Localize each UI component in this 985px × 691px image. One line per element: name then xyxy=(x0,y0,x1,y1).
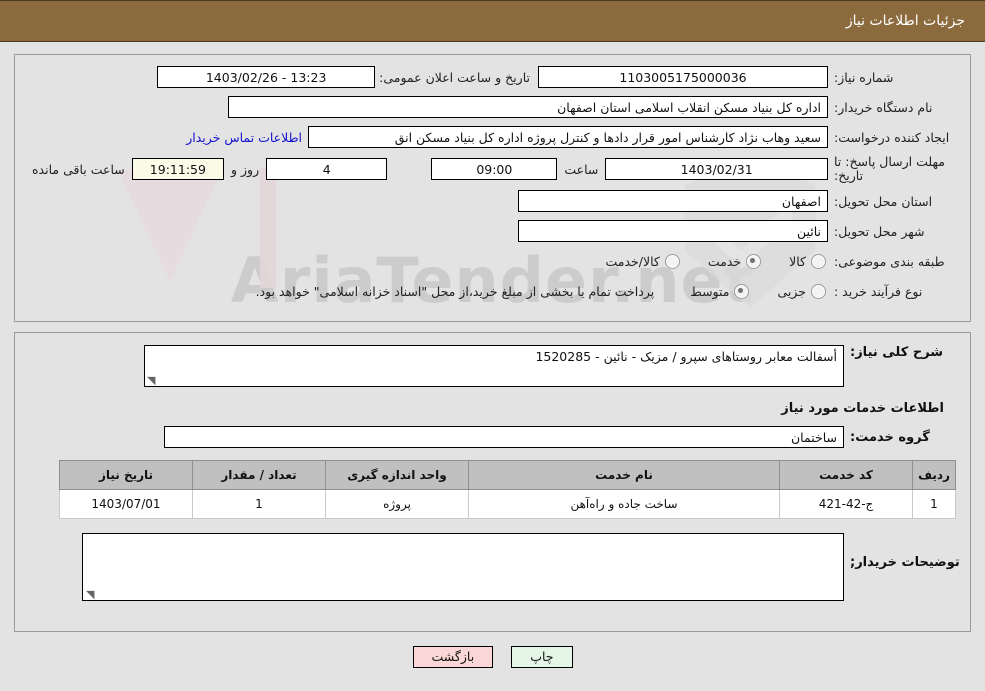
th-service-name: نام خدمت xyxy=(468,460,780,490)
buyer-notes-textarea[interactable]: ◥ xyxy=(82,533,844,601)
creator-field[interactable]: سعید وهاب نژاد کارشناس امور قرار دادها و… xyxy=(308,126,828,148)
cell-service-code: ج-42-421 xyxy=(779,489,913,519)
row-creator: ایجاد کننده درخواست: سعید وهاب نژاد کارش… xyxy=(25,125,960,149)
general-desc-value: أسفالت معابر روستاهای سپرو / مزیک - نائی… xyxy=(535,349,837,364)
category-option-kala-khedmat[interactable]: کالا/خدمت xyxy=(579,253,681,269)
process-label: نوع فرآیند خرید : xyxy=(834,283,923,299)
need-detail-panel: شرح کلی نیاز: أسفالت معابر روستاهای سپرو… xyxy=(14,332,971,632)
services-section-title: اطلاعات خدمات مورد نیاز xyxy=(781,401,944,416)
services-table: ردیف کد خدمت نام خدمت واحد اندازه گیری ت… xyxy=(59,460,956,519)
days-word-label: روز و xyxy=(230,161,260,177)
radio-icon[interactable] xyxy=(811,283,826,299)
city-label: شهر محل تحویل: xyxy=(834,223,925,239)
buyer-org-label: نام دستگاه خریدار: xyxy=(834,99,933,115)
remaining-days-field[interactable]: 4 xyxy=(266,158,388,180)
need-number-field[interactable]: 1103005175000036 xyxy=(538,66,828,88)
radio-icon[interactable] xyxy=(746,253,762,269)
row-buyer-org: نام دستگاه خریدار: اداره کل بنیاد مسکن ا… xyxy=(25,95,960,119)
row-city: شهر محل تحویل: نائین xyxy=(25,219,960,243)
buyer-notes-label: توضیحات خریدار; xyxy=(850,555,960,570)
table-row: 1 ج-42-421 ساخت جاده و راه‌آهن پروژه 1 1… xyxy=(59,489,956,519)
resize-grip-icon[interactable]: ◥ xyxy=(86,589,94,600)
radio-icon[interactable] xyxy=(734,283,750,299)
buyer-contact-link[interactable]: اطلاعات تماس خریدار xyxy=(180,130,308,145)
row-service-group: گروه خدمت: ساختمان xyxy=(25,426,960,448)
row-general-description: شرح کلی نیاز: أسفالت معابر روستاهای سپرو… xyxy=(25,345,960,387)
cell-unit: پروژه xyxy=(325,489,469,519)
general-desc-label: شرح کلی نیاز: xyxy=(850,345,944,360)
deadline-label-line2: تاریخ: xyxy=(834,168,864,183)
row-deadline: مهلت ارسال پاسخ: تا تاریخ: 1403/02/31 سا… xyxy=(25,155,960,183)
cell-service-name: ساخت جاده و راه‌آهن xyxy=(468,489,780,519)
row-need-number: شماره نیاز: 1103005175000036 تاریخ و ساع… xyxy=(25,65,960,89)
category-option-label: کالا/خدمت xyxy=(605,253,660,269)
buyer-org-field[interactable]: اداره کل بنیاد مسکن انقلاب اسلامی استان … xyxy=(228,96,828,118)
creator-label: ایجاد کننده درخواست: xyxy=(834,129,950,145)
hour-word-label: ساعت xyxy=(564,161,599,177)
general-desc-textarea[interactable]: أسفالت معابر روستاهای سپرو / مزیک - نائی… xyxy=(144,345,844,387)
need-number-label: شماره نیاز: xyxy=(834,69,894,85)
th-unit: واحد اندازه گیری xyxy=(325,460,469,490)
province-label: استان محل تحویل: xyxy=(834,193,933,209)
deadline-label: مهلت ارسال پاسخ: تا تاریخ: xyxy=(828,155,960,183)
process-option-jozei[interactable]: جزیی xyxy=(751,283,828,299)
city-field[interactable]: نائین xyxy=(518,220,828,242)
cell-quantity: 1 xyxy=(192,489,326,519)
row-buyer-notes: توضیحات خریدار; ◥ xyxy=(25,533,960,601)
radio-icon[interactable] xyxy=(811,253,826,269)
category-option-kala[interactable]: کالا xyxy=(763,253,828,269)
public-announce-field[interactable]: 13:23 - 1403/02/26 xyxy=(157,66,376,88)
th-need-date: تاریخ نیاز xyxy=(59,460,193,490)
payment-note: پرداخت تمام یا بخشی از مبلغ خرید،از محل … xyxy=(255,283,655,299)
service-group-label: گروه خدمت: xyxy=(850,429,930,445)
deadline-label-line1: مهلت ارسال پاسخ: تا xyxy=(834,154,945,169)
category-option-khedmat[interactable]: خدمت xyxy=(682,253,763,269)
page-title: جزئیات اطلاعات نیاز xyxy=(845,13,965,29)
public-announce-label: تاریخ و ساعت اعلان عمومی: xyxy=(379,69,530,85)
row-category: طبقه بندی موضوعی: کالا خدمت کالا/خدمت xyxy=(25,249,960,273)
category-option-label: خدمت xyxy=(707,253,742,269)
province-field[interactable]: اصفهان xyxy=(518,190,828,212)
resize-grip-icon[interactable]: ◥ xyxy=(147,375,155,386)
th-service-code: کد خدمت xyxy=(779,460,913,490)
process-option-label: متوسط xyxy=(690,283,730,299)
need-summary-panel: شماره نیاز: 1103005175000036 تاریخ و ساع… xyxy=(14,54,971,322)
category-option-label: کالا xyxy=(789,253,806,269)
service-group-field[interactable]: ساختمان xyxy=(164,426,844,448)
th-radif: ردیف xyxy=(912,460,956,490)
table-header-row: ردیف کد خدمت نام خدمت واحد اندازه گیری ت… xyxy=(59,460,956,490)
category-label: طبقه بندی موضوعی: xyxy=(834,253,945,269)
row-process-type: نوع فرآیند خرید : جزیی متوسط پرداخت تمام… xyxy=(25,279,960,303)
deadline-time-field[interactable]: 09:00 xyxy=(431,158,558,180)
print-button[interactable]: چاپ xyxy=(511,646,573,668)
radio-icon[interactable] xyxy=(664,253,680,269)
cell-need-date: 1403/07/01 xyxy=(59,489,193,519)
row-province: استان محل تحویل: اصفهان xyxy=(25,189,960,213)
countdown-field: 19:11:59 xyxy=(131,158,224,180)
cell-radif: 1 xyxy=(912,489,956,519)
process-option-label: جزیی xyxy=(777,283,806,299)
back-button[interactable]: بازگشت xyxy=(412,646,494,668)
remaining-word-label: ساعت باقی مانده xyxy=(32,161,125,177)
process-option-motavaset[interactable]: متوسط xyxy=(664,283,751,299)
deadline-date-field[interactable]: 1403/02/31 xyxy=(605,158,828,180)
th-quantity: تعداد / مقدار xyxy=(192,460,326,490)
page-header: جزئیات اطلاعات نیاز xyxy=(0,0,985,42)
footer-actions: چاپ بازگشت xyxy=(0,646,985,668)
